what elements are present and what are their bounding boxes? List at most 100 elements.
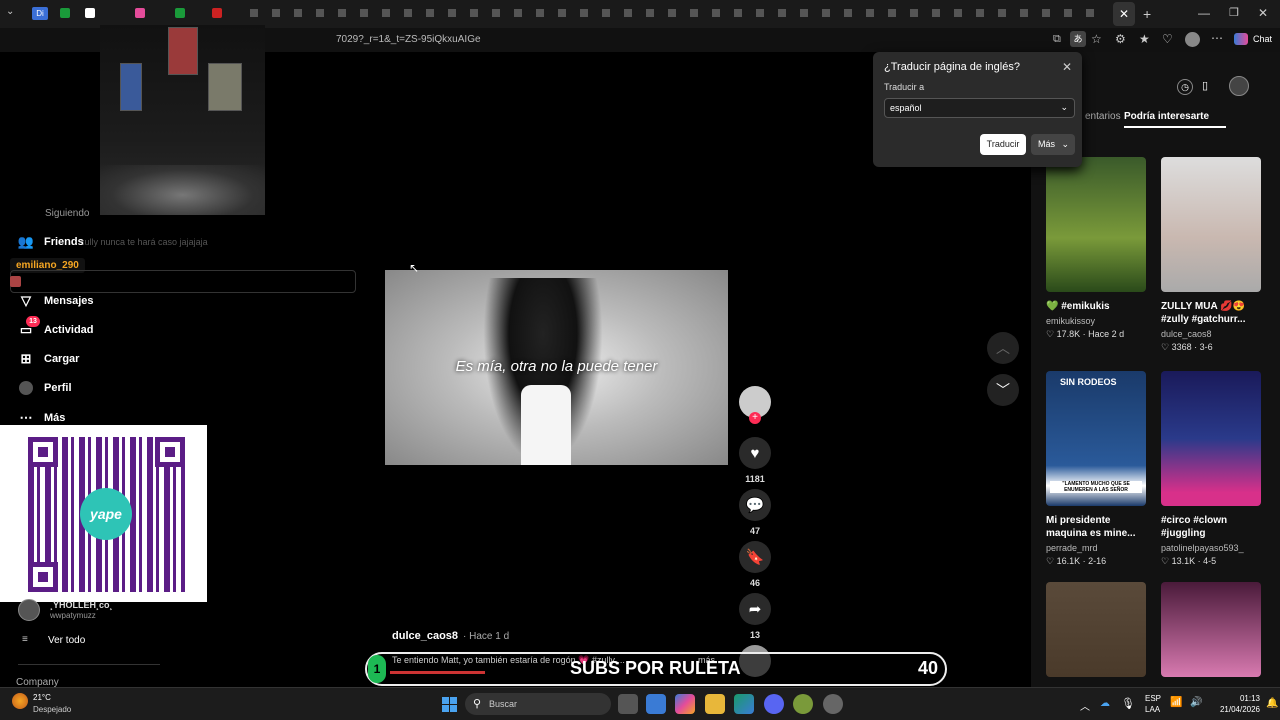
- chat-label[interactable]: Chat: [1253, 34, 1272, 44]
- tab-icon[interactable]: [175, 8, 185, 18]
- sidebar-item-label: Cargar: [44, 353, 80, 365]
- notifications-icon[interactable]: 🔔: [1266, 698, 1278, 709]
- next-video-button[interactable]: ﹀: [987, 374, 1019, 406]
- card-user[interactable]: emikukissoy: [1046, 316, 1146, 326]
- card-user[interactable]: dulce_caos8: [1161, 329, 1261, 339]
- tab-icon[interactable]: [212, 8, 222, 18]
- video-thumbnail[interactable]: [1161, 582, 1261, 677]
- clock-time[interactable]: 01:13: [1220, 694, 1260, 703]
- suggested-video-card[interactable]: 💚 #emikukis emikukissoy ♡ 17.8K · Hace 2…: [1046, 157, 1146, 340]
- translate-icon[interactable]: あ: [1070, 31, 1086, 47]
- wifi-icon[interactable]: 📶: [1170, 697, 1182, 708]
- history-icon[interactable]: ◷: [1177, 79, 1193, 95]
- tab-list-icon[interactable]: ⌄: [6, 6, 20, 20]
- video-thumbnail[interactable]: [1046, 157, 1146, 292]
- share-button[interactable]: ➦: [739, 593, 771, 625]
- tab-icon-app[interactable]: Di: [32, 7, 48, 20]
- video-author[interactable]: dulce_caos8: [392, 630, 458, 642]
- tab-active-underline: [1124, 126, 1226, 128]
- video-thumbnail[interactable]: [1161, 157, 1261, 292]
- edge-icon[interactable]: [734, 694, 754, 714]
- browser-tab-bar: ⌄ Di ✕ + — ❐ ✕: [0, 0, 1280, 28]
- copilot-app-icon[interactable]: [675, 694, 695, 714]
- previous-video-button[interactable]: ︿: [987, 332, 1019, 364]
- following-username[interactable]: ¸YHOLLEH¸co¸: [50, 600, 113, 610]
- windows-start-icon[interactable]: [439, 694, 459, 714]
- list-icon: ≡: [22, 634, 28, 645]
- new-tab-icon[interactable]: +: [1143, 6, 1151, 22]
- user-avatar[interactable]: [1229, 76, 1249, 96]
- tab-icon[interactable]: [135, 8, 145, 18]
- profile-avatar-icon[interactable]: [1185, 32, 1200, 47]
- save-button[interactable]: 🔖: [739, 541, 771, 573]
- language-indicator[interactable]: ESP: [1145, 694, 1161, 703]
- copilot-icon[interactable]: [1234, 33, 1248, 45]
- discord-icon[interactable]: [764, 694, 784, 714]
- url-text[interactable]: 7029?_r=1&_t=ZS-95iQkxuAIGe: [336, 34, 481, 45]
- suggested-video-card[interactable]: [1046, 582, 1146, 677]
- obs-icon[interactable]: [823, 694, 843, 714]
- suggested-video-card[interactable]: [1161, 582, 1261, 677]
- see-all-link[interactable]: Ver todo: [48, 635, 85, 646]
- sidebar-item-activity[interactable]: ▭ 13 Actividad: [18, 316, 94, 338]
- comment-button[interactable]: 💬: [739, 489, 771, 521]
- phone-icon[interactable]: ▯: [1202, 79, 1208, 92]
- tab-comments[interactable]: entarios: [1085, 111, 1121, 122]
- file-explorer-icon[interactable]: [705, 694, 725, 714]
- extensions-icon[interactable]: ⚙: [1115, 32, 1126, 46]
- activity-icon: ▭ 13: [18, 316, 40, 338]
- tab-icons-strip[interactable]: [250, 9, 1100, 17]
- taskbar-search[interactable]: ⚲ Buscar: [465, 693, 611, 715]
- card-user[interactable]: perrade_mrd: [1046, 543, 1146, 553]
- sidebar-item-messages[interactable]: ▽ Mensajes: [18, 293, 94, 309]
- favorites-icon[interactable]: ★: [1139, 32, 1150, 46]
- card-user[interactable]: patolinelpayaso593_: [1161, 543, 1261, 553]
- microphone-icon[interactable]: 🎙: [1121, 697, 1135, 710]
- app-icon[interactable]: [793, 694, 813, 714]
- favorite-star-icon[interactable]: ☆: [1091, 32, 1102, 46]
- weather-icon[interactable]: [12, 693, 28, 709]
- tab-icon[interactable]: [85, 8, 95, 18]
- like-button[interactable]: ♥: [739, 437, 771, 469]
- video-thumbnail[interactable]: [1161, 371, 1261, 506]
- minimize-icon[interactable]: —: [1198, 6, 1210, 20]
- card-title[interactable]: #circo #clown #juggling: [1161, 514, 1261, 540]
- suggested-video-card[interactable]: SIN RODEOS "LAMENTO MUCHO QUE SE ENUMERE…: [1046, 371, 1146, 567]
- suggested-video-card[interactable]: #circo #clown #juggling patolinelpayaso5…: [1161, 371, 1261, 567]
- open-in-app-icon[interactable]: ⧉: [1053, 33, 1061, 46]
- sidebar-item-label: Friends: [44, 236, 84, 248]
- card-title[interactable]: 💚 #emikukis: [1046, 300, 1146, 313]
- following-avatar[interactable]: [18, 599, 40, 621]
- video-thumbnail[interactable]: [1046, 582, 1146, 677]
- translate-button[interactable]: Traducir: [980, 134, 1026, 155]
- weather-desc: Despejado: [33, 705, 72, 714]
- task-view-icon[interactable]: [618, 694, 638, 714]
- sidebar-item-label: Perfil: [44, 382, 72, 394]
- tray-chevron-icon[interactable]: ︿: [1080, 698, 1090, 713]
- weather-temp[interactable]: 21°C: [33, 693, 51, 702]
- translate-to-label: Traducir a: [884, 82, 925, 92]
- tab-icon[interactable]: [60, 8, 70, 18]
- follow-plus-icon[interactable]: +: [749, 412, 761, 424]
- sidebar-item-profile[interactable]: Perfil: [18, 380, 72, 396]
- sidebar-item-friends[interactable]: 👥 Friends: [18, 234, 84, 250]
- sidebar-item-upload[interactable]: ⊞ Cargar: [18, 351, 80, 367]
- more-options-button[interactable]: Más ⌄: [1031, 134, 1075, 155]
- clock-date[interactable]: 21/04/2026: [1210, 705, 1260, 714]
- menu-dots-icon[interactable]: ⋯: [1211, 31, 1223, 45]
- language-select[interactable]: español ⌄: [884, 98, 1075, 118]
- browser-essentials-icon[interactable]: ♡: [1162, 32, 1173, 46]
- tab-suggestions[interactable]: Podría interesarte: [1124, 111, 1209, 122]
- sidebar-item-more[interactable]: ⋯ Más: [18, 410, 66, 426]
- card-title[interactable]: Mi presidente maquina es mine...: [1046, 514, 1146, 540]
- maximize-icon[interactable]: ❐: [1229, 6, 1239, 19]
- close-tab-icon[interactable]: ✕: [1113, 2, 1135, 26]
- store-icon[interactable]: [646, 694, 666, 714]
- onedrive-icon[interactable]: ☁: [1100, 698, 1110, 709]
- window-close-icon[interactable]: ✕: [1258, 6, 1268, 20]
- video-thumbnail[interactable]: SIN RODEOS "LAMENTO MUCHO QUE SE ENUMERE…: [1046, 371, 1146, 506]
- suggested-video-card[interactable]: ZULLY MUA 💋😍 #zully #gatchurr... dulce_c…: [1161, 157, 1261, 353]
- volume-icon[interactable]: 🔊: [1190, 697, 1202, 708]
- close-icon[interactable]: ✕: [1062, 60, 1072, 74]
- card-title[interactable]: ZULLY MUA 💋😍 #zully #gatchurr...: [1161, 300, 1261, 326]
